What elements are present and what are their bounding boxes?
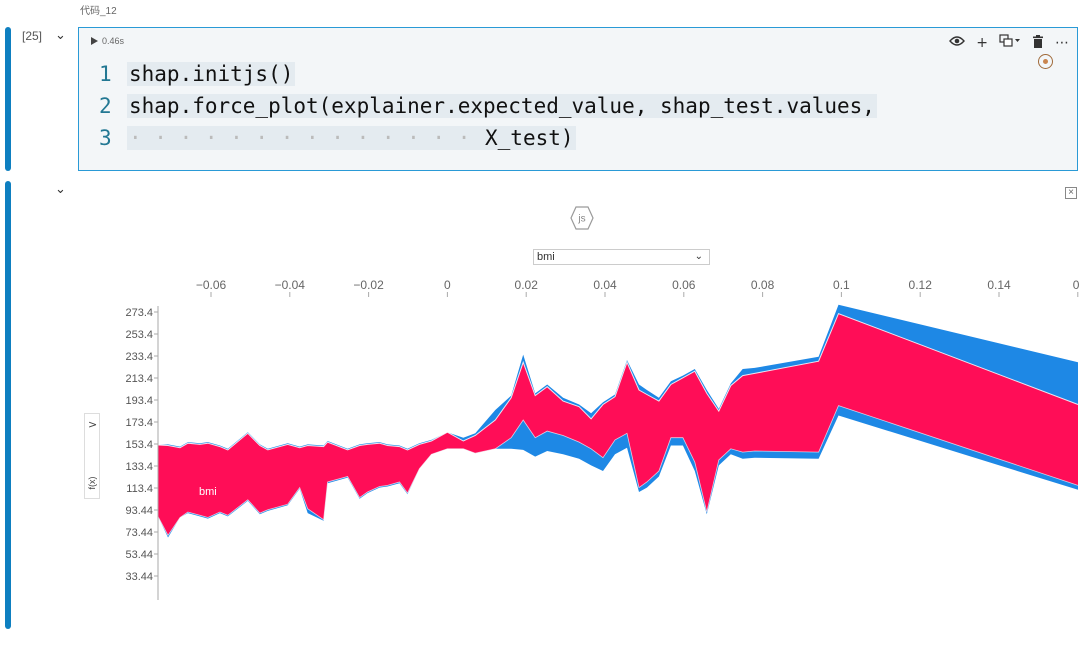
y-tick-label: 153.4 <box>125 439 153 451</box>
y-tick-label: 173.4 <box>125 417 153 429</box>
feature-annotation: bmi <box>199 486 217 498</box>
run-time: 0.46s <box>102 36 125 46</box>
y-tick-label: 273.4 <box>125 307 153 319</box>
x-tick-label: 0.1 <box>833 278 850 292</box>
code-text: shap.force_plot(explainer.expected_value… <box>127 94 877 118</box>
more-icon[interactable]: ⋯ <box>1055 36 1069 50</box>
y-tick-label: 213.4 <box>125 373 153 385</box>
x-tick-label: 0 <box>444 278 451 292</box>
code-lines: 1 shap.initjs() 2 shap.force_plot(explai… <box>99 58 877 154</box>
code-line: 1 shap.initjs() <box>99 58 877 90</box>
code-line: 3 · · · · · · · · · · · · · · X_test) <box>99 122 877 154</box>
locate-icon[interactable] <box>1038 54 1053 69</box>
plot-area <box>158 304 1079 538</box>
js-badge: js <box>570 206 594 230</box>
y-tick-label: 73.44 <box>125 527 153 539</box>
x-tick-label: 0.14 <box>987 278 1011 292</box>
cell-selection-bar[interactable] <box>5 27 11 171</box>
x-tick-label: 0.08 <box>751 278 775 292</box>
y-tick-label: 193.4 <box>125 395 153 407</box>
y-tick-label: 253.4 <box>125 329 153 341</box>
y-axis-label: f(x) <box>87 476 97 490</box>
y-tick-label: 233.4 <box>125 351 153 363</box>
line-number: 3 <box>99 126 112 150</box>
split-icon[interactable] <box>999 34 1021 51</box>
code-text: X_test) <box>485 126 576 150</box>
x-tick-label: 0.06 <box>672 278 696 292</box>
x-tick-label: 0.04 <box>593 278 617 292</box>
y-tick-label: 113.4 <box>126 483 153 495</box>
code-line: 2 shap.force_plot(explainer.expected_val… <box>99 90 877 122</box>
x-tick-label: −0.04 <box>275 278 306 292</box>
x-tick-label: 0.12 <box>909 278 933 292</box>
boundary-line <box>158 312 1079 451</box>
line-number: 2 <box>99 94 112 118</box>
run-status: 0.46s <box>91 36 124 46</box>
plus-icon[interactable]: + <box>976 36 988 50</box>
eye-icon[interactable] <box>949 35 966 50</box>
positive-effect-area <box>158 313 1078 536</box>
js-badge-label: js <box>577 214 585 225</box>
code-indent: · · · · · · · · · · · · · · <box>127 126 486 150</box>
negative-effect-area <box>158 304 1078 538</box>
cell-toolbar: + ⋯ <box>949 34 1069 51</box>
x-tick-label: −0.02 <box>353 278 384 292</box>
feature-select[interactable]: bmi ⌄ <box>533 249 710 265</box>
y-tick-label: 133.4 <box>125 461 153 473</box>
chevron-right-icon[interactable]: > <box>88 418 97 431</box>
chevron-down-icon: ⌄ <box>694 251 703 262</box>
collapse-input-chevron-icon[interactable]: ⌄ <box>55 29 66 42</box>
code-text: shap.initjs() <box>127 62 296 86</box>
y-tick-label: 33.44 <box>125 571 153 583</box>
code-cell-editor[interactable]: 0.46s + ⋯ 1 shap.initjs() 2 shap.force_p… <box>78 27 1078 171</box>
trash-icon[interactable] <box>1032 34 1044 51</box>
boundary-line <box>158 405 1079 537</box>
collapse-output-chevron-icon[interactable]: ⌄ <box>55 183 66 196</box>
line-number: 1 <box>99 62 112 86</box>
feature-select-value: bmi <box>537 251 555 263</box>
y-tick-label: 53.44 <box>125 549 153 561</box>
y-axis-selector[interactable]: > f(x) <box>84 413 100 499</box>
output-selection-bar[interactable] <box>5 181 11 629</box>
close-output-icon[interactable]: × <box>1065 187 1077 199</box>
execution-count: [25] <box>22 29 43 43</box>
y-tick-label: 93.44 <box>125 505 153 517</box>
x-tick-label: 0.02 <box>515 278 539 292</box>
x-tick-label: −0.06 <box>196 278 227 292</box>
x-tick-label: 0. <box>1073 278 1080 292</box>
run-icon[interactable] <box>91 37 98 45</box>
cell-label: 代码_12 <box>80 6 117 17</box>
